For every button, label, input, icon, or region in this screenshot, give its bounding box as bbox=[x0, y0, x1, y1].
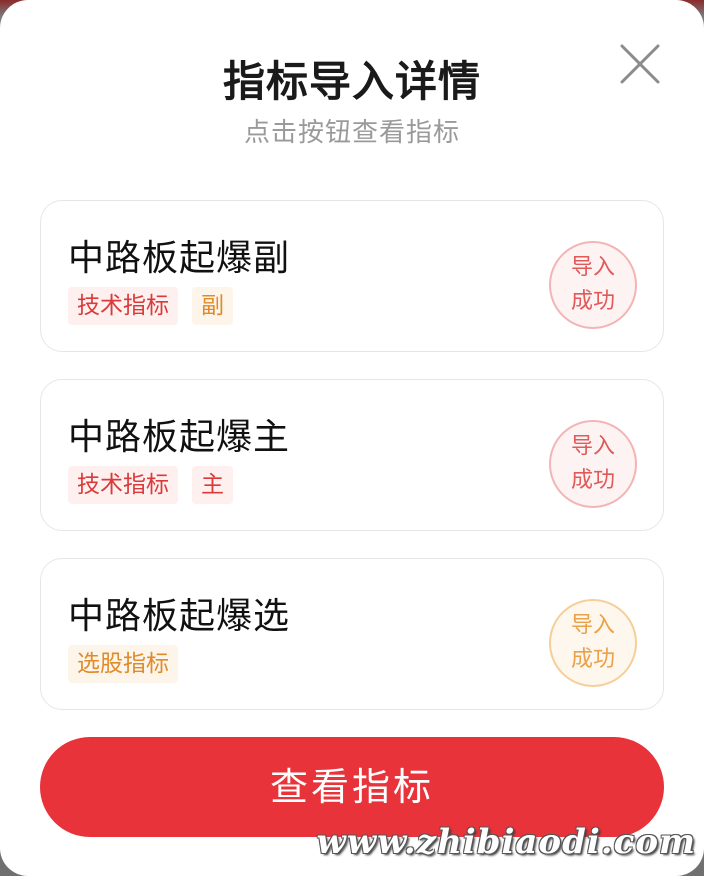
indicator-role-tag: 副 bbox=[192, 287, 233, 325]
indicator-name: 中路板起爆选 bbox=[68, 596, 291, 637]
import-success-stamp: 导入 成功 bbox=[549, 241, 637, 329]
dialog-subtitle: 点击按钮查看指标 bbox=[243, 118, 460, 148]
indicator-card[interactable]: 中路板起爆主 技术指标 主 导入 成功 bbox=[40, 379, 664, 531]
indicator-tags: 技术指标 主 bbox=[68, 466, 233, 504]
indicator-type-tag: 选股指标 bbox=[68, 645, 178, 683]
stamp-line-1: 导入 bbox=[570, 255, 615, 280]
indicator-tags: 选股指标 bbox=[68, 645, 178, 683]
close-icon bbox=[620, 44, 660, 84]
indicator-type-tag: 技术指标 bbox=[68, 287, 178, 325]
close-button[interactable] bbox=[616, 40, 664, 88]
import-success-stamp: 导入 成功 bbox=[549, 420, 637, 508]
indicator-card[interactable]: 中路板起爆选 选股指标 导入 成功 bbox=[40, 558, 664, 710]
import-success-stamp: 导入 成功 bbox=[549, 599, 637, 687]
indicator-card[interactable]: 中路板起爆副 技术指标 副 导入 成功 bbox=[40, 200, 664, 352]
indicator-type-tag: 技术指标 bbox=[68, 466, 178, 504]
stamp-line-1: 导入 bbox=[570, 613, 615, 638]
site-watermark: www.zhibiaodi.com bbox=[316, 822, 696, 862]
stamp-line-1: 导入 bbox=[570, 434, 615, 459]
indicator-name: 中路板起爆副 bbox=[68, 238, 291, 279]
stamp-line-2: 成功 bbox=[570, 289, 615, 314]
indicator-tags: 技术指标 副 bbox=[68, 287, 233, 325]
stamp-line-2: 成功 bbox=[570, 647, 615, 672]
dialog-title: 指标导入详情 bbox=[222, 57, 481, 106]
import-details-dialog: 指标导入详情 点击按钮查看指标 中路板起爆副 技术指标 副 导入 成功 中路板起… bbox=[0, 0, 704, 876]
stamp-line-2: 成功 bbox=[570, 468, 615, 493]
indicator-role-tag: 主 bbox=[192, 466, 233, 504]
indicator-name: 中路板起爆主 bbox=[68, 417, 291, 458]
